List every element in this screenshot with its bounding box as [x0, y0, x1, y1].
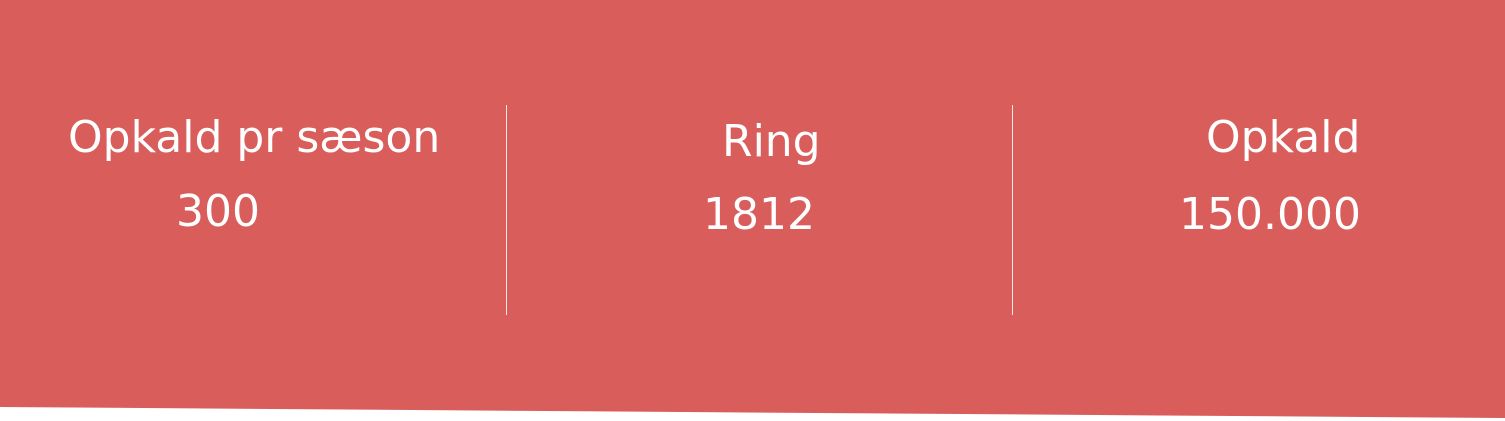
- stat-label-ring: Ring: [722, 116, 821, 167]
- stats-banner: Opkald pr sæson 300 Ring 1812 Opkald 150…: [0, 0, 1505, 418]
- stat-divider-2: [1012, 105, 1013, 315]
- stat-value-calls: 150.000: [1179, 189, 1361, 240]
- stat-label-calls: Opkald: [1206, 112, 1361, 163]
- stat-value-calls-per-season: 300: [176, 186, 260, 237]
- stat-divider-1: [506, 105, 507, 315]
- stat-value-ring: 1812: [703, 189, 815, 240]
- stat-label-calls-per-season: Opkald pr sæson: [68, 112, 441, 163]
